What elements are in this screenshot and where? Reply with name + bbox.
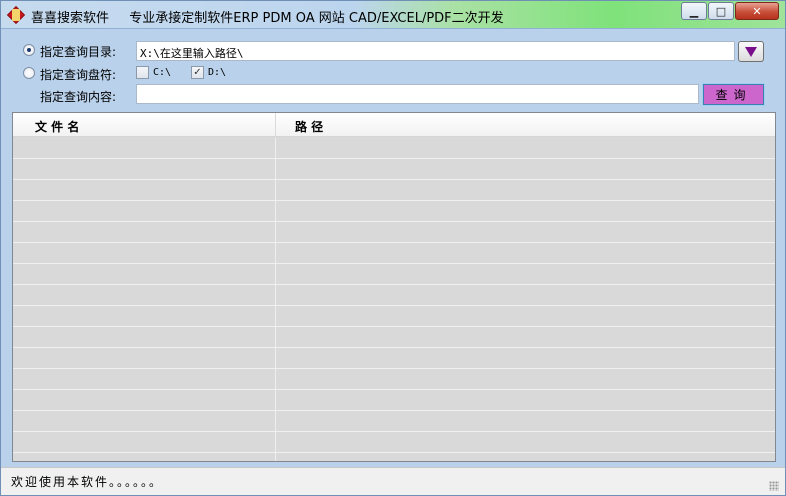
app-logo-icon-inner (12, 9, 20, 21)
content-label: 指定查询内容: (40, 90, 117, 104)
window-title: 喜喜搜索软件 专业承接定制软件ERP PDM OA 网站 CAD/EXCEL/P… (31, 7, 504, 26)
table-row[interactable] (13, 411, 775, 432)
table-row[interactable] (13, 159, 775, 180)
table-row[interactable] (13, 180, 775, 201)
results-list[interactable]: 文 件 名 路 径 (12, 112, 776, 462)
table-row[interactable] (13, 306, 775, 327)
maximize-button[interactable]: □ (708, 2, 734, 20)
drive-c-checkbox[interactable] (136, 66, 149, 79)
drive-option-label: 指定查询盘符: (40, 68, 117, 82)
drive-option-radio[interactable] (23, 67, 35, 79)
checkmark-icon: ✓ (193, 67, 202, 78)
dir-path-input[interactable]: X:\在这里输入路径\ (136, 41, 735, 61)
column-divider[interactable] (275, 113, 276, 137)
maximize-icon: □ (715, 4, 727, 18)
status-bar: 欢迎使用本软件。。。。。。 (1, 467, 785, 495)
table-row[interactable] (13, 348, 775, 369)
app-title: 喜喜搜索软件 (31, 11, 110, 26)
main-window: 喜喜搜索软件 专业承接定制软件ERP PDM OA 网站 CAD/EXCEL/P… (0, 0, 786, 496)
table-row[interactable] (13, 369, 775, 390)
minimize-icon: ▁ (689, 4, 699, 18)
minimize-button[interactable]: ▁ (681, 2, 707, 20)
column-header-path[interactable]: 路 径 (295, 118, 323, 135)
table-row[interactable] (13, 327, 775, 348)
drive-c-label: C:\ (153, 67, 172, 78)
dir-dropdown-button[interactable] (738, 41, 764, 62)
table-row[interactable] (13, 264, 775, 285)
close-icon: ✕ (752, 4, 762, 18)
close-button[interactable]: ✕ (735, 2, 779, 20)
content-input[interactable] (136, 84, 699, 104)
resize-grip-icon[interactable] (769, 481, 779, 491)
table-row[interactable] (13, 222, 775, 243)
table-row[interactable] (13, 201, 775, 222)
table-row[interactable] (13, 390, 775, 411)
list-header: 文 件 名 路 径 (13, 113, 775, 137)
dir-option-radio[interactable] (23, 44, 35, 56)
drive-d-checkbox[interactable]: ✓ (191, 66, 204, 79)
status-text: 欢迎使用本软件。。。。。。 (11, 475, 164, 489)
table-row[interactable] (13, 138, 775, 159)
query-button[interactable]: 查询 (702, 83, 765, 106)
table-row[interactable] (13, 243, 775, 264)
title-bar[interactable]: 喜喜搜索软件 专业承接定制软件ERP PDM OA 网站 CAD/EXCEL/P… (1, 1, 785, 29)
column-header-filename[interactable]: 文 件 名 (35, 118, 79, 135)
title-slogan: 专业承接定制软件ERP PDM OA 网站 CAD/EXCEL/PDF二次开发 (129, 11, 504, 26)
table-row[interactable] (13, 432, 775, 453)
window-controls: ▁ □ ✕ (680, 2, 779, 20)
triangle-down-icon (745, 46, 757, 57)
list-body[interactable] (13, 138, 775, 461)
table-row[interactable] (13, 285, 775, 306)
drive-d-label: D:\ (208, 67, 227, 78)
dir-option-label: 指定查询目录: (40, 45, 117, 59)
